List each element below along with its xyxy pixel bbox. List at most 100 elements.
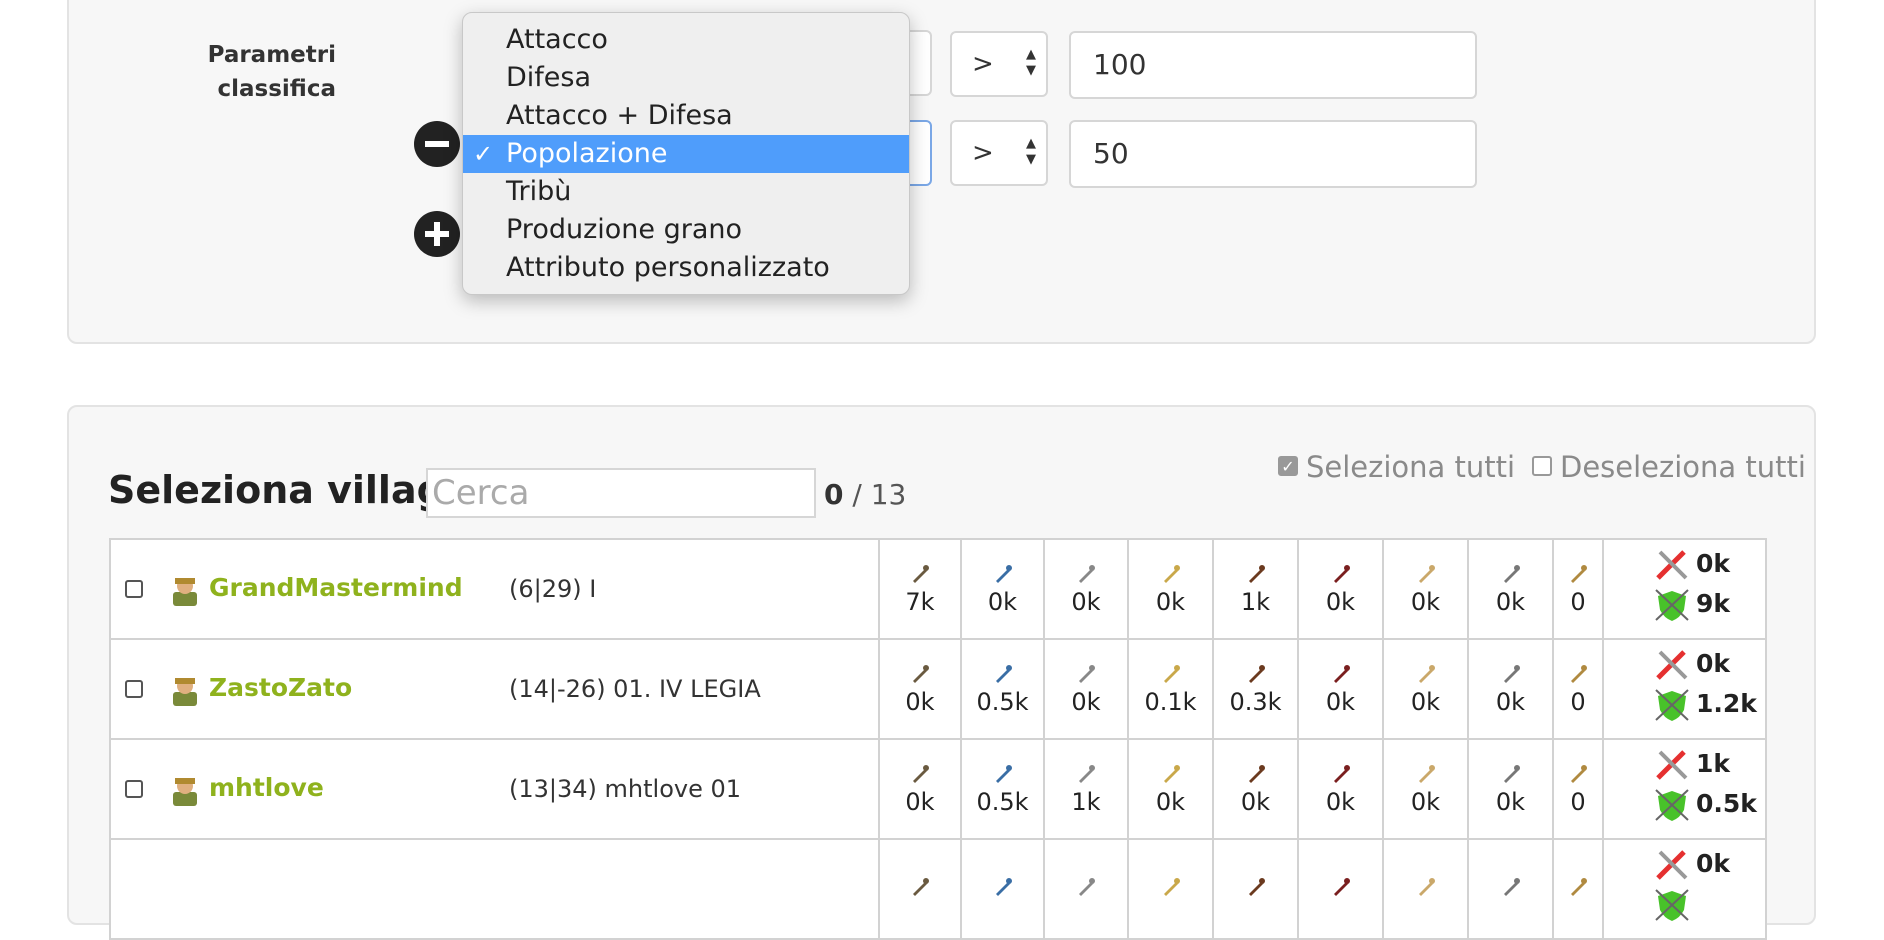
village-cell: GrandMastermind (6|29) I bbox=[109, 538, 880, 640]
unit-count: 0 bbox=[1570, 788, 1586, 816]
dropdown-option-difesa[interactable]: Difesa bbox=[463, 59, 909, 97]
unit-count-cell bbox=[1297, 838, 1384, 940]
unit-count: 0k bbox=[1071, 688, 1101, 716]
dropdown-option-attacco-difesa[interactable]: Attacco + Difesa bbox=[463, 97, 909, 135]
row-checkbox[interactable] bbox=[125, 780, 143, 798]
unit-icon bbox=[1503, 878, 1520, 896]
village-cell bbox=[109, 838, 880, 940]
unit-icon bbox=[1248, 565, 1265, 583]
search-input[interactable]: Cerca bbox=[426, 468, 816, 518]
player-avatar-icon bbox=[173, 778, 197, 806]
unit-count-cell bbox=[1552, 838, 1604, 940]
dropdown-option-produzione-grano[interactable]: Produzione grano bbox=[463, 211, 909, 249]
unit-icon bbox=[1248, 665, 1265, 683]
unit-count-cell: 0k bbox=[1467, 538, 1554, 640]
attribute-dropdown-menu[interactable]: Attacco Difesa Attacco + Difesa ✓ Popola… bbox=[462, 12, 910, 295]
empty-box-icon bbox=[1532, 456, 1552, 476]
table-row: mhtlove (13|34) mhtlove 01 0k 0.5k 1k 0k… bbox=[109, 738, 1767, 840]
row-checkbox[interactable] bbox=[125, 680, 143, 698]
unit-icon bbox=[1333, 665, 1350, 683]
player-name-link[interactable]: GrandMastermind bbox=[209, 573, 463, 602]
village-cell: ZastoZato (14|-26) 01. IV LEGIA bbox=[109, 638, 880, 740]
unit-count: 1k bbox=[1240, 588, 1271, 616]
unit-count: 0k bbox=[1325, 688, 1356, 716]
unit-icon bbox=[1079, 665, 1095, 683]
attack-defense-cell: 0k 9k bbox=[1602, 538, 1767, 640]
attack-total: 0k bbox=[1654, 548, 1730, 582]
unit-icon bbox=[995, 565, 1012, 583]
unit-count-cell: 0k bbox=[1382, 538, 1469, 640]
attack-total: 0k bbox=[1654, 648, 1730, 682]
dropdown-option-attacco[interactable]: Attacco bbox=[463, 21, 909, 59]
unit-icon bbox=[1418, 665, 1435, 683]
unit-icon bbox=[1079, 878, 1095, 896]
unit-count: 1k bbox=[1071, 788, 1101, 816]
unit-icon bbox=[1248, 765, 1265, 783]
table-row: GrandMastermind (6|29) I 7k 0k 0k 0k 1k … bbox=[109, 538, 1767, 640]
unit-icon bbox=[1503, 665, 1520, 683]
unit-count-cell: 0k bbox=[1043, 538, 1129, 640]
unit-icon bbox=[1418, 565, 1435, 583]
unit-count-cell: 0k bbox=[1467, 738, 1554, 840]
operator-select-2[interactable]: > ▲ ▼ bbox=[950, 120, 1048, 186]
unit-count: 0.3k bbox=[1229, 688, 1282, 716]
unit-count-cell: 7k bbox=[878, 538, 962, 640]
unit-icon bbox=[1333, 765, 1350, 783]
unit-count-cell: 0k bbox=[1127, 538, 1214, 640]
ranking-params-label: Parametri classifica bbox=[207, 42, 336, 102]
player-avatar-icon bbox=[173, 578, 197, 606]
unit-count-cell: 0.1k bbox=[1127, 638, 1214, 740]
minus-circle-icon[interactable] bbox=[414, 121, 460, 167]
unit-count: 0k bbox=[1495, 588, 1526, 616]
unit-count-cell: 0 bbox=[1552, 738, 1604, 840]
shield-icon bbox=[1655, 589, 1689, 621]
unit-count-cell: 0k bbox=[878, 638, 962, 740]
crossed-swords-icon bbox=[1656, 550, 1688, 580]
unit-count-cell: 0.5k bbox=[960, 638, 1045, 740]
unit-count-cell: 1k bbox=[1212, 538, 1299, 640]
deselect-all-button[interactable]: Deseleziona tutti bbox=[1532, 450, 1806, 484]
village-cell: mhtlove (13|34) mhtlove 01 bbox=[109, 738, 880, 840]
unit-count-cell: 0k bbox=[1467, 638, 1554, 740]
player-name-link[interactable]: mhtlove bbox=[209, 773, 324, 802]
attack-defense-cell: 0k 1.2k bbox=[1602, 638, 1767, 740]
unit-icon bbox=[1079, 565, 1095, 583]
operator-select-1[interactable]: > ▲ ▼ bbox=[950, 31, 1048, 97]
unit-count: 7k bbox=[905, 588, 935, 616]
value-input-1[interactable]: 100 bbox=[1069, 31, 1477, 99]
unit-count: 0k bbox=[1495, 688, 1526, 716]
village-name: (13|34) mhtlove 01 bbox=[509, 775, 742, 803]
village-name: (6|29) I bbox=[509, 575, 597, 603]
unit-count-cell: 0k bbox=[878, 738, 962, 840]
unit-count-cell: 0k bbox=[1297, 638, 1384, 740]
attack-total: 1k bbox=[1654, 748, 1730, 782]
row-checkbox[interactable] bbox=[125, 580, 143, 598]
dropdown-option-attributo-personalizzato[interactable]: Attributo personalizzato bbox=[463, 249, 909, 287]
select-all-button[interactable]: ✓ Seleziona tutti bbox=[1278, 450, 1515, 484]
unit-count: 0k bbox=[1325, 788, 1356, 816]
checked-box-icon: ✓ bbox=[1278, 456, 1298, 476]
dropdown-option-tribu[interactable]: Tribù bbox=[463, 173, 909, 211]
unit-icon bbox=[913, 565, 929, 583]
unit-count-cell bbox=[1043, 838, 1129, 940]
unit-count: 0k bbox=[1155, 788, 1186, 816]
shield-icon bbox=[1655, 789, 1689, 821]
player-name-link[interactable]: ZastoZato bbox=[209, 673, 352, 702]
unit-icon bbox=[913, 878, 929, 896]
unit-icon bbox=[1333, 878, 1350, 896]
unit-count-cell: 0.5k bbox=[960, 738, 1045, 840]
unit-icon bbox=[1163, 765, 1180, 783]
unit-icon bbox=[1163, 565, 1180, 583]
unit-count-cell bbox=[1212, 838, 1299, 940]
unit-icon bbox=[1571, 665, 1587, 683]
plus-circle-icon[interactable] bbox=[414, 211, 460, 257]
table-row: 0k bbox=[109, 838, 1767, 940]
unit-icon bbox=[1418, 878, 1435, 896]
value-input-2[interactable]: 50 bbox=[1069, 120, 1477, 188]
unit-icon bbox=[1418, 765, 1435, 783]
unit-icon bbox=[1503, 765, 1520, 783]
unit-count: 0.5k bbox=[976, 688, 1029, 716]
dropdown-option-popolazione[interactable]: ✓ Popolazione bbox=[463, 135, 909, 173]
unit-count: 0.5k bbox=[976, 788, 1029, 816]
crossed-swords-icon bbox=[1656, 650, 1688, 680]
